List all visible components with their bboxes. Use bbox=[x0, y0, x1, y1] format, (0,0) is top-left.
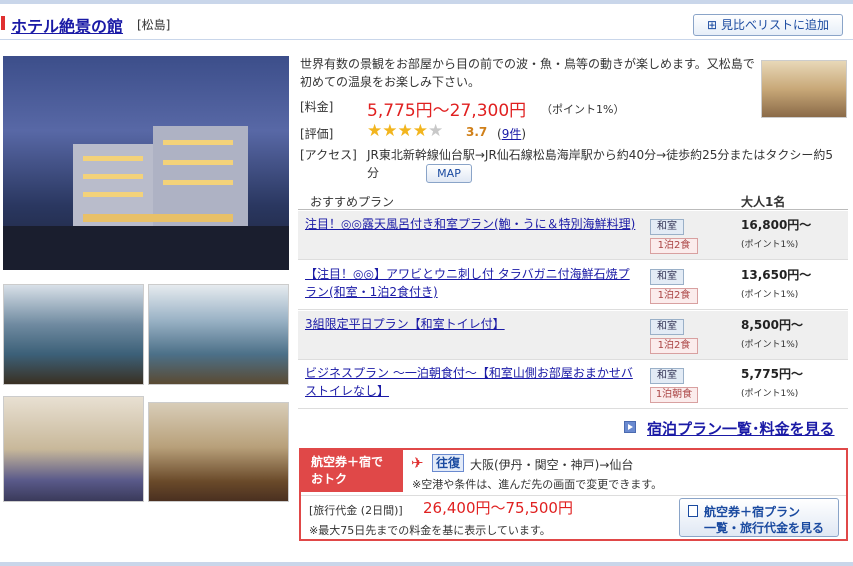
price-label: [料金] bbox=[300, 100, 334, 114]
bottom-border bbox=[0, 562, 853, 566]
all-plans-label: 宿泊プラン一覧･料金を見る bbox=[647, 420, 835, 438]
thumb-lobby[interactable] bbox=[3, 396, 144, 502]
room-type-badge: 和室 bbox=[650, 269, 684, 285]
plan-point: (ポイント1%) bbox=[741, 290, 799, 300]
room-type-badge: 和室 bbox=[650, 319, 684, 335]
header-divider bbox=[0, 39, 853, 40]
star-icon: ★ bbox=[382, 121, 398, 141]
header-accent-mark bbox=[1, 16, 5, 30]
airplane-icon: ✈ bbox=[411, 454, 424, 472]
plan-price: 5,775円～ bbox=[741, 367, 803, 381]
plan-row: ビジネスプラン ～一泊朝食付～【和室山側お部屋おまかせバストイレなし】 和室 1… bbox=[298, 360, 848, 409]
access-label: [アクセス] bbox=[300, 148, 357, 162]
room-type-badge: 和室 bbox=[650, 368, 684, 384]
trip-cost-label: [旅行代金 (2日間)] bbox=[309, 504, 403, 517]
plan-row: 注目！◎◎露天風呂付き和室プラン(鮑・うに＆特別海鮮料理) 和室 1泊2食 16… bbox=[298, 211, 848, 260]
star-icon: ★ bbox=[367, 121, 383, 141]
plan-row: 3組限定平日プラン【和室トイレ付】 和室 1泊2食 8,500円～ (ポイント1… bbox=[298, 311, 848, 360]
plan-title-link[interactable]: 【注目！◎◎】アワビとウニ刺し付 タラバガニ付海鮮石焼プラン(和室・1泊2食付き… bbox=[305, 265, 637, 301]
plan-price: 13,650円～ bbox=[741, 268, 812, 282]
price-column-header: 大人1名 bbox=[741, 195, 786, 209]
rating-value: 3.7 bbox=[466, 125, 488, 139]
flight-route: 大阪(伊丹・関空・神戸)→仙台 bbox=[470, 458, 634, 472]
room-type-badge: 和室 bbox=[650, 219, 684, 235]
reviews-close-paren: ) bbox=[521, 127, 527, 141]
thumb-room-small[interactable] bbox=[761, 60, 847, 118]
arrow-square-icon bbox=[624, 421, 636, 433]
meal-badge: 1泊2食 bbox=[650, 238, 698, 254]
document-icon bbox=[688, 505, 698, 517]
star-icon: ★ bbox=[412, 121, 428, 141]
plan-column-header: おすすめプラン bbox=[310, 195, 395, 209]
meal-badge: 1泊2食 bbox=[650, 288, 698, 304]
add-to-compare-label: 見比べリストに追加 bbox=[720, 18, 829, 32]
round-trip-badge: 往復 bbox=[432, 454, 464, 472]
thumb-guest-room[interactable] bbox=[148, 402, 289, 502]
flight-hotel-plans-button[interactable]: 航空券＋宿プラン 一覧・旅行代金を見る bbox=[679, 498, 839, 537]
flight-box-divider bbox=[301, 495, 846, 496]
reviews: (9件) bbox=[497, 125, 526, 142]
cost-note: ※最大75日先までの料金を基に表示しています。 bbox=[309, 524, 551, 537]
reviews-link[interactable]: 9件 bbox=[502, 127, 522, 141]
hotel-description: 世界有数の景観をお部屋から目の前での波・魚・鳥等の動きが楽しめます。又松島で初め… bbox=[300, 57, 755, 89]
airport-note: ※空港や条件は、進んだ先の画面で変更できます。 bbox=[412, 478, 663, 491]
plan-title-link[interactable]: 3組限定平日プラン【和室トイレ付】 bbox=[305, 315, 637, 333]
thumb-open-air-bath-2[interactable] bbox=[148, 284, 289, 385]
plus-box-icon: ⊞ bbox=[707, 18, 718, 32]
hotel-name-link[interactable]: ホテル絶景の館 bbox=[11, 13, 123, 37]
meal-badge: 1泊2食 bbox=[650, 338, 698, 354]
top-border bbox=[0, 0, 853, 4]
add-to-compare-button[interactable]: ⊞ 見比べリストに追加 bbox=[693, 14, 843, 36]
thumb-open-air-bath-1[interactable] bbox=[3, 284, 144, 385]
plan-price: 8,500円～ bbox=[741, 318, 803, 332]
hotel-header: ホテル絶景の館 [松島] ⊞ 見比べリストに追加 bbox=[0, 10, 853, 38]
flight-hotel-tag: 航空券＋宿で おトク bbox=[301, 450, 403, 492]
meal-badge: 1泊朝食 bbox=[650, 387, 698, 403]
trip-cost: 26,400円～75,500円 bbox=[423, 499, 573, 517]
plan-point: (ポイント1%) bbox=[741, 240, 799, 250]
plan-row: 【注目！◎◎】アワビとウニ刺し付 タラバガニ付海鮮石焼プラン(和室・1泊2食付き… bbox=[298, 261, 848, 310]
star-empty-icon: ★ bbox=[428, 121, 444, 141]
flight-hotel-box: 航空券＋宿で おトク ✈ 往復 大阪(伊丹・関空・神戸)→仙台 ※空港や条件は、… bbox=[299, 448, 848, 541]
plan-title-link[interactable]: 注目！◎◎露天風呂付き和室プラン(鮑・うに＆特別海鮮料理) bbox=[305, 215, 637, 233]
flight-button-line1: 航空券＋宿プラン bbox=[704, 505, 801, 519]
rating-stars: ★★★★★ bbox=[367, 121, 443, 141]
price-point: （ポイント1%） bbox=[541, 103, 625, 116]
flight-hotel-tag-line2: おトク bbox=[311, 472, 348, 486]
plan-point: (ポイント1%) bbox=[741, 389, 799, 399]
rating-label: [評価] bbox=[300, 127, 334, 141]
plan-price: 16,800円～ bbox=[741, 218, 812, 232]
hotel-area: [松島] bbox=[137, 18, 171, 32]
hotel-main-photo[interactable] bbox=[3, 56, 289, 270]
plan-point: (ポイント1%) bbox=[741, 340, 799, 350]
plan-title-link[interactable]: ビジネスプラン ～一泊朝食付～【和室山側お部屋おまかせバストイレなし】 bbox=[305, 364, 637, 400]
flight-button-line2: 一覧・旅行代金を見る bbox=[704, 521, 825, 535]
star-icon: ★ bbox=[397, 121, 413, 141]
price-range: 5,775円～27,300円 bbox=[367, 101, 527, 121]
map-button[interactable]: MAP bbox=[426, 164, 472, 183]
flight-hotel-tag-line1: 航空券＋宿で bbox=[311, 455, 384, 469]
plan-table-header: おすすめプラン 大人1名 bbox=[298, 190, 848, 210]
